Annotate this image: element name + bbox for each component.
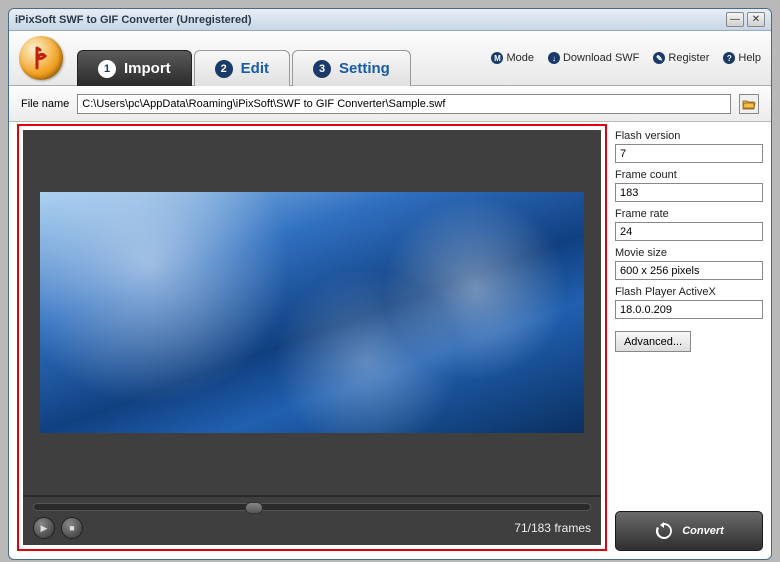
- minimize-button[interactable]: —: [726, 12, 744, 27]
- advanced-button[interactable]: Advanced...: [615, 331, 691, 352]
- frame-count-input[interactable]: [615, 183, 763, 202]
- control-row: ▶ ■ 71/183 frames: [33, 517, 591, 539]
- tab-number: 1: [98, 60, 116, 78]
- tab-edit[interactable]: 2 Edit: [194, 50, 290, 86]
- download-swf-link[interactable]: ↓Download SWF: [548, 52, 639, 64]
- flash-version-field: Flash version: [615, 130, 763, 163]
- frame-counter: 71/183 frames: [514, 521, 591, 535]
- stop-button[interactable]: ■: [61, 517, 83, 539]
- mode-link[interactable]: MMode: [491, 52, 534, 64]
- tab-label: Edit: [241, 60, 269, 77]
- titlebar: iPixSoft SWF to GIF Converter (Unregiste…: [9, 9, 771, 31]
- register-link[interactable]: ✎Register: [653, 52, 709, 64]
- tab-number: 3: [313, 60, 331, 78]
- video-preview: [40, 192, 583, 433]
- frame-rate-field: Frame rate: [615, 208, 763, 241]
- tab-import[interactable]: 1 Import: [77, 50, 192, 86]
- preview-panel: ▶ ■ 71/183 frames: [17, 124, 607, 551]
- seek-bar[interactable]: [33, 503, 591, 511]
- help-link[interactable]: ?Help: [723, 52, 761, 64]
- download-icon: ↓: [548, 52, 560, 64]
- movie-size-field: Movie size: [615, 247, 763, 280]
- key-icon: ✎: [653, 52, 665, 64]
- window-title: iPixSoft SWF to GIF Converter (Unregiste…: [15, 14, 723, 26]
- header: 1 Import 2 Edit 3 Setting MMode ↓Downloa…: [9, 31, 771, 86]
- tab-setting[interactable]: 3 Setting: [292, 50, 411, 86]
- activex-field: Flash Player ActiveX: [615, 286, 763, 319]
- tab-number: 2: [215, 60, 233, 78]
- activex-input[interactable]: [615, 300, 763, 319]
- frame-rate-input[interactable]: [615, 222, 763, 241]
- file-path-input[interactable]: [77, 94, 731, 114]
- browse-button[interactable]: [739, 94, 759, 114]
- info-sidebar: Flash version Frame count Frame rate Mov…: [615, 124, 763, 551]
- flash-version-input[interactable]: [615, 144, 763, 163]
- convert-label: Convert: [682, 525, 724, 537]
- file-name-label: File name: [21, 98, 69, 110]
- app-window: iPixSoft SWF to GIF Converter (Unregiste…: [8, 8, 772, 560]
- play-button[interactable]: ▶: [33, 517, 55, 539]
- close-button[interactable]: ✕: [747, 12, 765, 27]
- top-links: MMode ↓Download SWF ✎Register ?Help: [491, 52, 761, 64]
- convert-button[interactable]: Convert: [615, 511, 763, 551]
- movie-size-input[interactable]: [615, 261, 763, 280]
- mode-icon: M: [491, 52, 503, 64]
- video-stage: [23, 130, 601, 495]
- tab-label: Setting: [339, 60, 390, 77]
- file-toolbar: File name: [9, 86, 771, 122]
- content-area: ▶ ■ 71/183 frames Flash version Frame co…: [9, 122, 771, 559]
- convert-icon: [654, 521, 674, 541]
- main-tabs: 1 Import 2 Edit 3 Setting: [77, 31, 411, 85]
- player-controls: ▶ ■ 71/183 frames: [23, 495, 601, 545]
- app-logo-icon: [19, 36, 63, 80]
- seek-thumb[interactable]: [245, 502, 263, 514]
- frame-count-field: Frame count: [615, 169, 763, 202]
- tab-label: Import: [124, 60, 171, 77]
- folder-open-icon: [742, 98, 756, 110]
- help-icon: ?: [723, 52, 735, 64]
